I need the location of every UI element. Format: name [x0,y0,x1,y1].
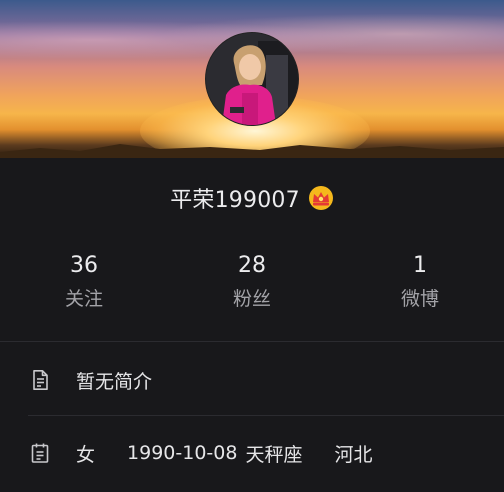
stat-following[interactable]: 36 关注 [0,250,168,326]
location-text: 河北 [334,443,373,466]
profile-name-row: 平荣199007 [0,180,504,216]
cover-hills [0,144,504,158]
stat-following-count: 36 [70,253,98,278]
profile-stats: 36 关注 28 粉丝 1 微博 [0,250,504,326]
crown-icon [308,186,333,210]
stat-posts[interactable]: 1 微博 [336,250,504,326]
row-divider [28,415,504,416]
avatar-image [206,33,298,125]
bio-text: 暂无简介 [76,370,153,393]
calendar-icon [31,443,49,463]
stat-posts-label: 微博 [400,288,439,310]
stat-posts-count: 1 [413,253,427,278]
section-divider [0,341,504,342]
zodiac-text: 天秤座 [245,443,303,466]
profile-name: 平荣199007 [170,188,300,213]
avatar[interactable] [205,32,299,126]
stat-following-label: 关注 [64,288,103,310]
stat-followers[interactable]: 28 粉丝 [168,250,336,326]
details-row[interactable]: 女 1990-10-08 天秤座 河北 [28,427,504,479]
stat-followers-label: 粉丝 [232,288,271,310]
bio-row[interactable]: 暂无简介 [28,354,504,406]
document-icon [33,370,48,390]
stat-followers-count: 28 [238,253,266,278]
birthday-text: 1990-10-08 [127,442,238,464]
gender-text: 女 [76,443,96,466]
